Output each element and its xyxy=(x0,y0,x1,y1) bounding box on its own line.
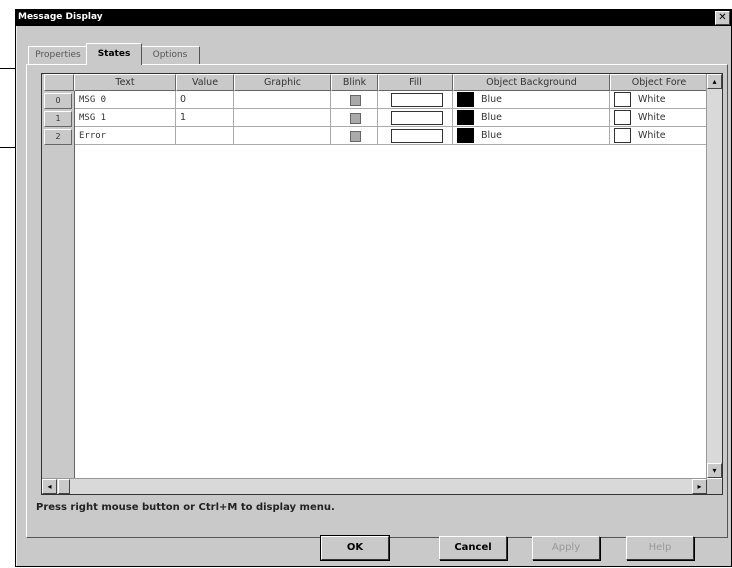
grid-corner-header xyxy=(44,74,74,91)
color-label: White xyxy=(638,94,666,105)
fill-color-box[interactable] xyxy=(391,93,443,107)
column-header-object-background[interactable]: Object Background xyxy=(453,74,610,91)
cell-value[interactable]: 1 xyxy=(176,109,234,127)
color-swatch xyxy=(614,110,631,125)
column-header-fill[interactable]: Fill xyxy=(378,74,453,91)
cell-blink[interactable] xyxy=(331,127,378,145)
apply-button[interactable]: Apply xyxy=(532,536,600,560)
context-menu-hint: Press right mouse button or Ctrl+M to di… xyxy=(36,502,335,513)
ok-button[interactable]: OK xyxy=(320,535,390,561)
color-swatch xyxy=(457,110,474,125)
row-header[interactable]: 1 xyxy=(44,111,72,127)
tab-states[interactable]: States xyxy=(86,43,142,65)
horizontal-scrollbar[interactable]: ◂ ▸ xyxy=(42,478,707,494)
cell-fill[interactable] xyxy=(378,109,453,127)
blink-checkbox[interactable] xyxy=(350,95,361,106)
cell-fill[interactable] xyxy=(378,91,453,109)
color-label: Blue xyxy=(481,94,503,105)
scroll-down-icon[interactable]: ▾ xyxy=(707,463,722,478)
cell-fill[interactable] xyxy=(378,127,453,145)
cell-object-background[interactable]: Blue xyxy=(453,127,610,145)
scrollbar-corner xyxy=(707,479,722,494)
color-label: White xyxy=(638,112,666,123)
fill-color-box[interactable] xyxy=(391,111,443,125)
scroll-left-icon[interactable]: ◂ xyxy=(42,479,57,494)
cell-object-fore[interactable]: White xyxy=(610,127,707,145)
title-bar: Message Display ✕ xyxy=(16,10,731,26)
tab-options[interactable]: Options xyxy=(140,46,200,64)
cell-object-background[interactable]: Blue xyxy=(453,109,610,127)
color-swatch xyxy=(457,92,474,107)
cell-object-fore[interactable]: White xyxy=(610,109,707,127)
color-swatch xyxy=(614,92,631,107)
cell-value[interactable]: 0 xyxy=(176,91,234,109)
states-panel: Text Value Graphic Blink Fill Object Bac… xyxy=(26,64,728,538)
tab-properties[interactable]: Properties xyxy=(28,46,88,64)
column-header-graphic[interactable]: Graphic xyxy=(234,74,331,91)
cell-graphic[interactable] xyxy=(234,109,331,127)
scroll-thumb[interactable] xyxy=(58,479,70,494)
cell-object-background[interactable]: Blue xyxy=(453,91,610,109)
message-display-dialog: Message Display ✕ Properties States Opti… xyxy=(15,9,732,567)
cell-object-fore[interactable]: White xyxy=(610,91,707,109)
states-grid: Text Value Graphic Blink Fill Object Bac… xyxy=(41,73,723,495)
row-header-column: 0 1 2 xyxy=(42,91,75,494)
color-label: Blue xyxy=(481,112,503,123)
cell-value[interactable] xyxy=(176,127,234,145)
scroll-up-icon[interactable]: ▴ xyxy=(707,74,722,89)
blink-checkbox[interactable] xyxy=(350,131,361,142)
close-icon[interactable]: ✕ xyxy=(715,11,730,25)
fill-color-box[interactable] xyxy=(391,129,443,143)
scroll-right-icon[interactable]: ▸ xyxy=(692,479,707,494)
help-button[interactable]: Help xyxy=(626,536,694,560)
column-header-value[interactable]: Value xyxy=(176,74,234,91)
color-label: Blue xyxy=(481,130,503,141)
cancel-button[interactable]: Cancel xyxy=(439,536,507,560)
cell-text[interactable]: MSG 0 xyxy=(75,91,176,109)
cell-blink[interactable] xyxy=(331,109,378,127)
column-header-object-fore[interactable]: Object Fore xyxy=(610,74,708,91)
cell-text[interactable]: Error xyxy=(75,127,176,145)
column-header-text[interactable]: Text xyxy=(74,74,176,91)
cell-blink[interactable] xyxy=(331,91,378,109)
cell-graphic[interactable] xyxy=(234,127,331,145)
column-header-blink[interactable]: Blink xyxy=(331,74,378,91)
window-title: Message Display xyxy=(18,12,103,22)
blink-checkbox[interactable] xyxy=(350,113,361,124)
row-header[interactable]: 2 xyxy=(44,129,72,145)
grid-header-row: Text Value Graphic Blink Fill Object Bac… xyxy=(42,74,722,91)
cell-text[interactable]: MSG 1 xyxy=(75,109,176,127)
vertical-scrollbar[interactable]: ▴ ▾ xyxy=(706,74,722,478)
color-swatch xyxy=(457,128,474,143)
cell-graphic[interactable] xyxy=(234,91,331,109)
color-label: White xyxy=(638,130,666,141)
row-header[interactable]: 0 xyxy=(44,93,72,109)
color-swatch xyxy=(614,128,631,143)
